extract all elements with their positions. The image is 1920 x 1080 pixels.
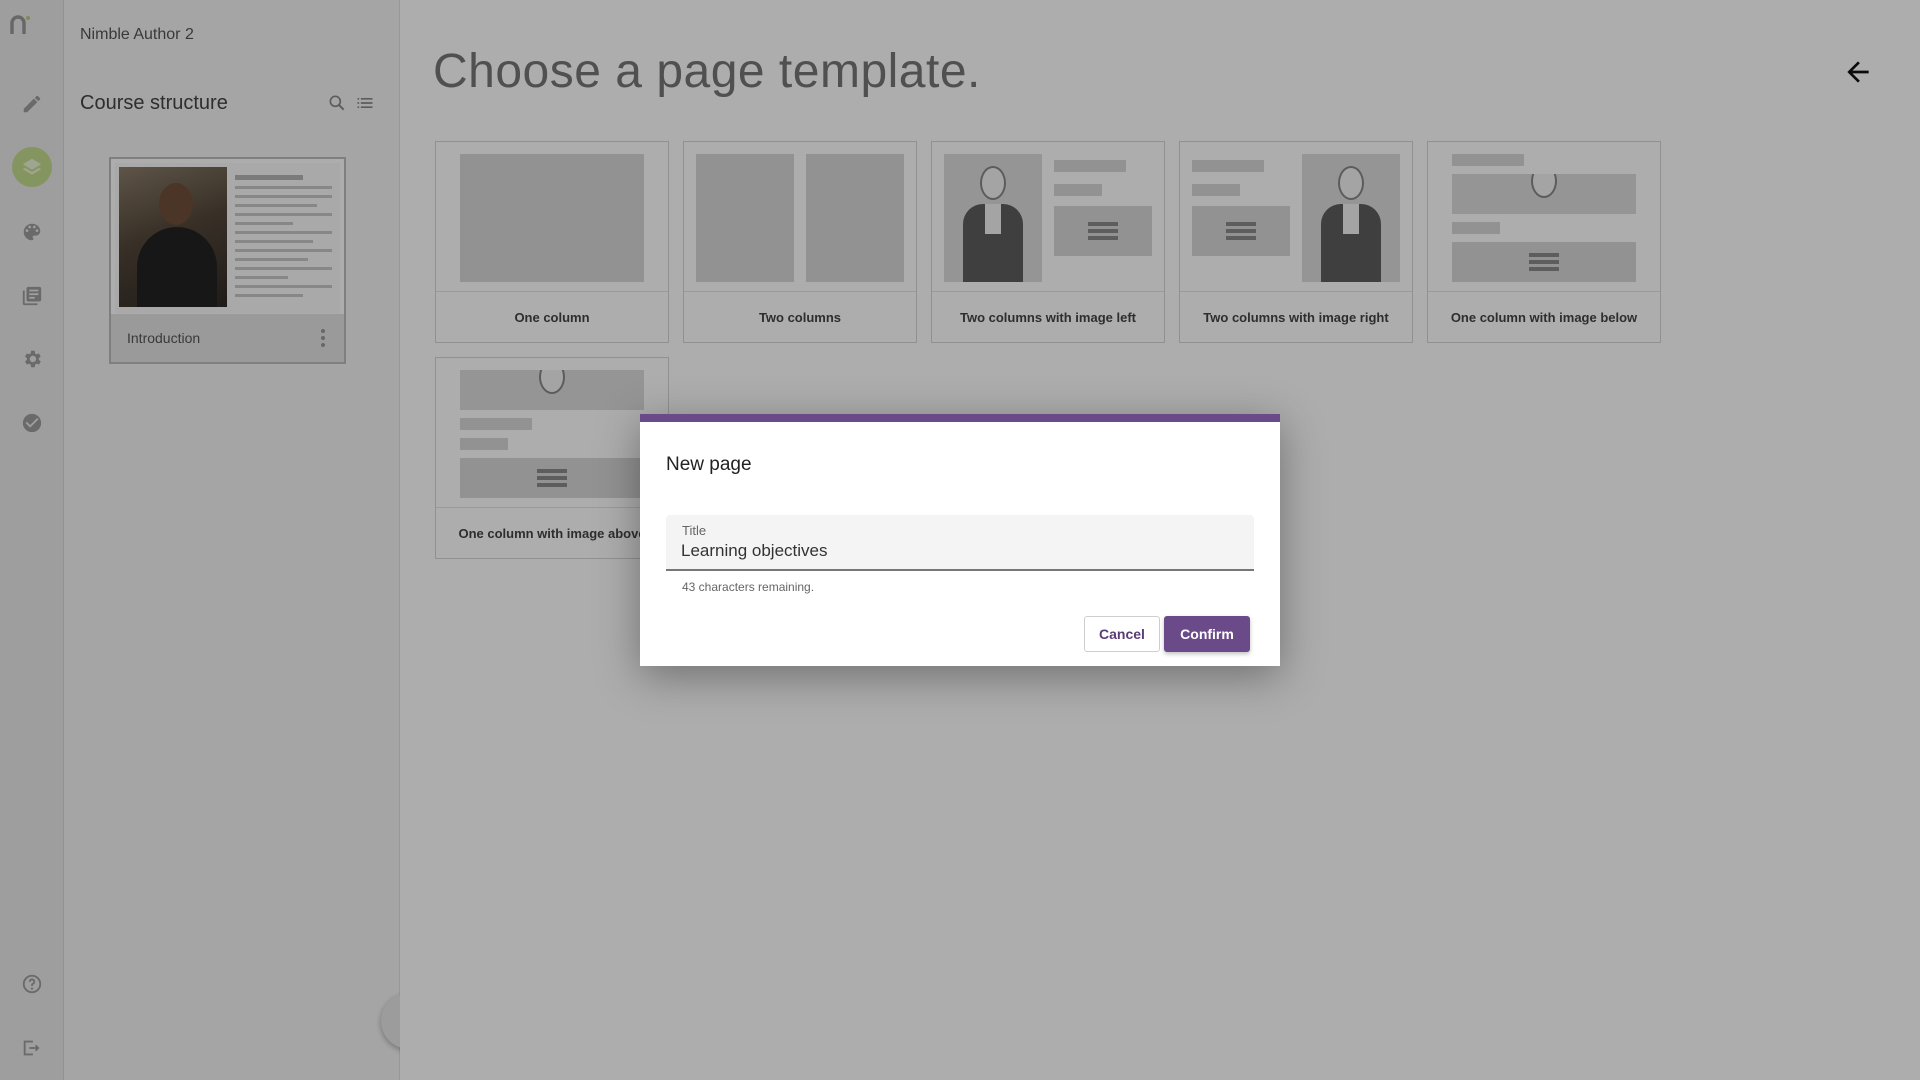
title-input[interactable] [681,539,1241,563]
new-page-dialog: New page Title 43 characters remaining. … [640,414,1280,666]
cancel-button[interactable]: Cancel [1084,616,1160,652]
title-field: Title [666,515,1254,571]
confirm-button[interactable]: Confirm [1164,616,1250,652]
characters-remaining-hint: 43 characters remaining. [682,580,815,594]
dialog-title: New page [666,454,752,475]
title-field-label: Title [682,523,707,538]
